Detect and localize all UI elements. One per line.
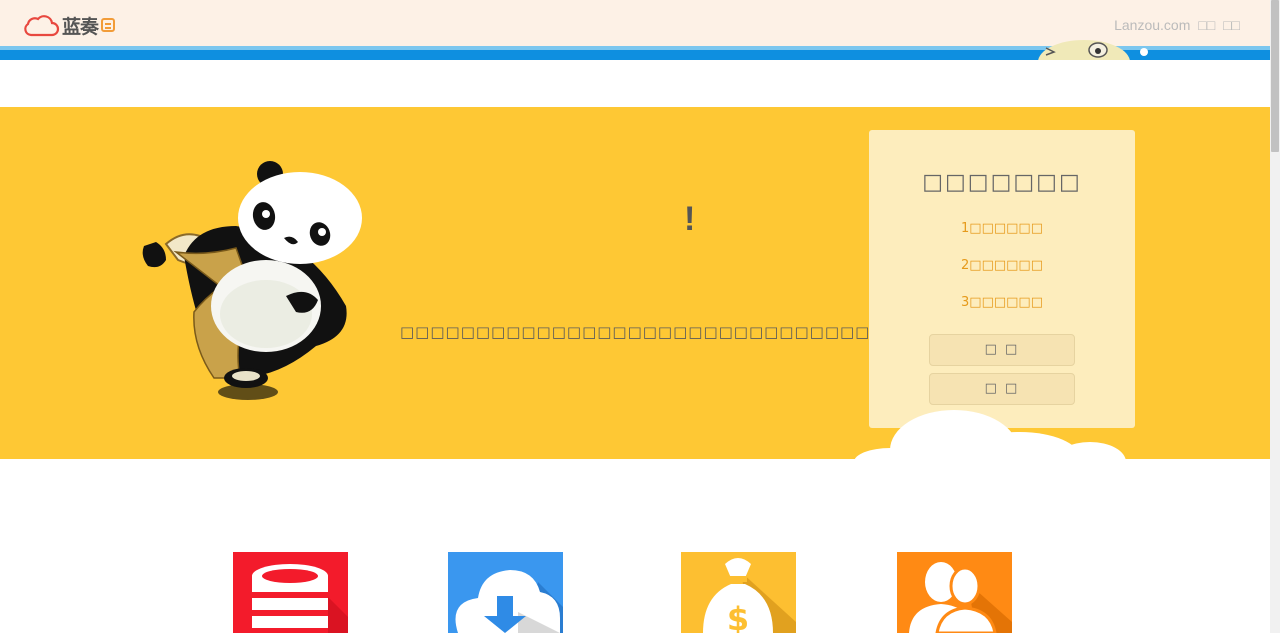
logo-text: 蓝奏 bbox=[62, 15, 99, 38]
scrollbar-thumb[interactable] bbox=[1271, 0, 1279, 152]
site-name-link[interactable]: Lanzou.com bbox=[1114, 17, 1190, 33]
feature-earnings[interactable]: $ bbox=[681, 552, 796, 633]
info-card: □□□□□□□ 1□□□□□□ 2□□□□□□ 3□□□□□□ □ □ □ □ bbox=[869, 130, 1135, 428]
cloud-icon bbox=[24, 15, 60, 37]
header-link-2[interactable]: □□ bbox=[1223, 17, 1240, 33]
users-icon bbox=[909, 562, 1012, 633]
panda-mascot-icon bbox=[142, 161, 362, 400]
feature-community[interactable] bbox=[897, 552, 1012, 633]
money-bag-icon: $ bbox=[703, 558, 796, 633]
card-title: □□□□□□□ bbox=[922, 170, 1082, 195]
cloud-download-icon bbox=[455, 570, 563, 633]
card-item-2: 2□□□□□□ bbox=[961, 258, 1043, 273]
database-icon bbox=[252, 564, 348, 633]
banner-tagline: □□□□□□□□□□□□□□□□□□□□□□□□□□□□□□□□□ bbox=[400, 323, 901, 341]
feature-download[interactable] bbox=[448, 552, 563, 633]
card-button-primary[interactable]: □ □ bbox=[929, 334, 1075, 366]
page-scrollbar[interactable] bbox=[1270, 0, 1280, 633]
header-links: Lanzou.com □□ □□ bbox=[1110, 17, 1240, 33]
banner-exclaim: ! bbox=[684, 200, 696, 238]
card-item-3: 3□□□□□□ bbox=[961, 295, 1043, 310]
card-item-1: 1□□□□□□ bbox=[961, 221, 1043, 236]
decorative-clouds-icon bbox=[854, 410, 1126, 462]
header-link-1[interactable]: □□ bbox=[1198, 17, 1215, 33]
logo-badge-icon bbox=[101, 18, 116, 32]
site-logo[interactable]: 蓝奏 bbox=[22, 12, 116, 38]
svg-text:$: $ bbox=[727, 600, 749, 633]
mascot-peek-icon bbox=[1036, 40, 1156, 60]
feature-storage[interactable] bbox=[233, 552, 348, 633]
